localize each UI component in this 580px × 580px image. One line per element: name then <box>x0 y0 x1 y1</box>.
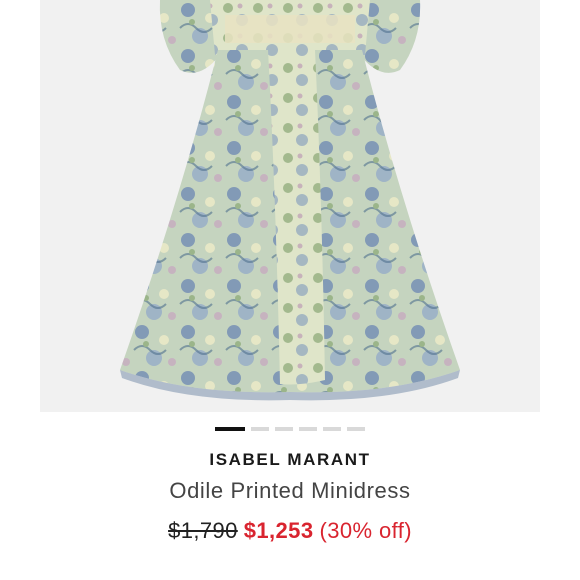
product-image-panel[interactable] <box>40 0 540 412</box>
carousel-dot[interactable] <box>275 427 293 431</box>
carousel-dot-active[interactable] <box>215 427 245 431</box>
brand-name[interactable]: ISABEL MARANT <box>0 450 580 470</box>
carousel-dot[interactable] <box>323 427 341 431</box>
carousel-dot[interactable] <box>299 427 317 431</box>
image-carousel-indicator[interactable] <box>0 426 580 432</box>
carousel-dot[interactable] <box>251 427 269 431</box>
carousel-dot[interactable] <box>347 427 365 431</box>
product-image <box>120 0 460 401</box>
price-row: $1,790 $1,253 (30% off) <box>0 518 580 544</box>
discount-label: (30% off) <box>319 518 412 543</box>
product-title: Odile Printed Minidress <box>169 478 411 503</box>
original-price: $1,790 <box>168 518 238 543</box>
sale-price: $1,253 <box>243 518 314 543</box>
